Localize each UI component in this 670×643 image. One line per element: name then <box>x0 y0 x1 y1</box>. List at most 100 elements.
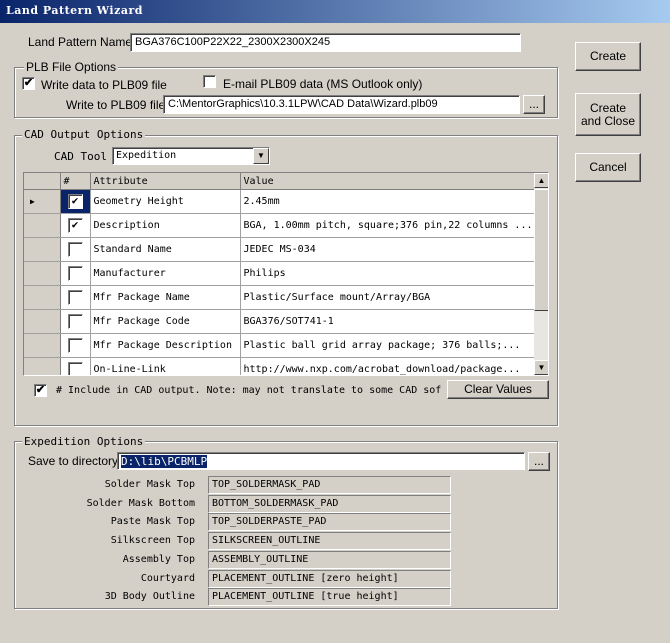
row-header[interactable] <box>24 261 61 286</box>
row-header[interactable] <box>24 285 61 310</box>
land-pattern-name-input[interactable]: BGA376C100P22X22_2300X2300X245 <box>130 33 521 52</box>
layer-value-field[interactable]: TOP_SOLDERMASK_PAD <box>208 476 451 494</box>
attribute-cell[interactable]: Geometry Height <box>90 189 241 214</box>
column-header-value[interactable]: Value <box>240 173 535 190</box>
layer-value-field[interactable]: SILKSCREEN_OUTLINE <box>208 532 451 551</box>
layer-value-field[interactable]: PLACEMENT_OUTLINE [true height] <box>208 588 451 607</box>
cad-tool-select[interactable]: Expedition <box>112 147 270 165</box>
include-cell[interactable] <box>60 285 91 310</box>
attribute-grid[interactable]: # Attribute Value ▶ ✔ Geometry Height 2.45m… <box>23 172 549 376</box>
value-cell[interactable]: Philips <box>240 261 535 286</box>
grid-row[interactable]: ✔ Description BGA, 1.00mm pitch, square;37… <box>24 213 535 238</box>
include-row-checkbox[interactable]: ✔ <box>67 218 83 233</box>
plb09-path-input[interactable]: C:\MentorGraphics\10.3.1LPW\CAD Data\Wiz… <box>163 95 520 114</box>
write-plb09-checkbox[interactable]: ✔ <box>22 77 35 90</box>
include-in-cad-checkbox[interactable]: ✔ <box>34 384 47 397</box>
include-cell[interactable] <box>60 309 91 334</box>
layer-label: Solder Mask Top <box>104 479 195 490</box>
grid-scrollbar[interactable]: ▲ ▼ <box>534 173 548 375</box>
scroll-down-arrow-icon[interactable]: ▼ <box>534 360 548 375</box>
grid-header-row: # Attribute Value <box>24 173 535 190</box>
row-header[interactable] <box>24 213 61 238</box>
grid-row[interactable]: Mfr Package Code BGA376/SOT741-1 <box>24 309 535 334</box>
attribute-cell[interactable]: Mfr Package Code <box>90 309 241 334</box>
grid-row[interactable]: Mfr Package Description Plastic ball grid… <box>24 333 535 358</box>
include-row-checkbox[interactable] <box>67 242 83 257</box>
save-directory-browse-button[interactable]: ... <box>528 452 550 471</box>
grid-row[interactable]: Mfr Package Name Plastic/Surface mount/Ar… <box>24 285 535 310</box>
include-row-checkbox[interactable] <box>67 266 83 281</box>
include-cell[interactable] <box>60 237 91 262</box>
plb-file-options-title: PLB File Options <box>24 60 119 74</box>
grid-corner <box>24 173 61 190</box>
value-cell[interactable]: Plastic/Surface mount/Array/BGA <box>240 285 535 310</box>
include-cell-box <box>64 242 87 257</box>
include-cell[interactable] <box>60 333 91 358</box>
attribute-cell[interactable]: Mfr Package Description <box>90 333 241 358</box>
attribute-cell[interactable]: Description <box>90 213 241 238</box>
include-row-checkbox[interactable] <box>67 362 83 375</box>
cad-output-options-title: CAD Output Options <box>22 128 146 141</box>
grid-row[interactable]: ▶ ✔ Geometry Height 2.45mm <box>24 189 535 214</box>
include-row-checkbox[interactable] <box>67 290 83 305</box>
layer-value-field[interactable]: ASSEMBLY_OUTLINE <box>208 550 451 569</box>
email-plb09-label: E-mail PLB09 data (MS Outlook only) <box>223 77 423 91</box>
cad-tool-label: CAD Tool <box>54 150 107 163</box>
row-header[interactable] <box>24 309 61 334</box>
attribute-cell[interactable]: Standard Name <box>90 237 241 262</box>
row-header[interactable]: ▶ <box>24 189 61 214</box>
include-row-checkbox[interactable] <box>67 314 83 329</box>
scroll-up-arrow-icon[interactable]: ▲ <box>534 173 548 188</box>
include-row-checkbox[interactable] <box>67 338 83 353</box>
value-cell[interactable]: JEDEC MS-034 <box>240 237 535 262</box>
create-and-close-line2: and Close <box>580 113 636 128</box>
save-directory-input[interactable]: D:\lib\PCBMLP <box>117 452 525 470</box>
include-row-checkbox[interactable]: ✔ <box>67 194 83 209</box>
include-cell[interactable]: ✔ <box>60 213 91 238</box>
write-plb09-checkmark: ✔ <box>23 77 34 89</box>
attribute-cell[interactable]: Mfr Package Name <box>90 285 241 310</box>
include-cell[interactable] <box>60 357 91 375</box>
title-bar[interactable]: Land Pattern Wizard <box>0 0 670 23</box>
cad-tool-dropdown-arrow-icon[interactable]: ▼ <box>253 148 269 164</box>
cancel-button[interactable]: Cancel <box>575 153 641 182</box>
plb09-browse-button[interactable]: ... <box>523 95 545 114</box>
expedition-options-title: Expedition Options <box>22 435 146 448</box>
include-cell[interactable]: ✔ <box>60 189 91 214</box>
grid-row[interactable]: Standard Name JEDEC MS-034 <box>24 237 535 262</box>
write-to-plb09-label: Write to PLB09 file <box>66 98 166 112</box>
attribute-cell[interactable]: Manufacturer <box>90 261 241 286</box>
grid-row[interactable]: Manufacturer Philips <box>24 261 535 286</box>
column-header-num[interactable]: # <box>60 173 91 190</box>
include-cell-box <box>64 266 87 281</box>
create-and-close-button[interactable]: Create and Close <box>575 93 641 136</box>
include-in-cad-checkmark: ✔ <box>35 384 46 396</box>
include-cell[interactable] <box>60 261 91 286</box>
write-plb09-label: Write data to PLB09 file <box>41 78 167 92</box>
value-cell[interactable]: Plastic ball grid array package; 376 bal… <box>240 333 535 358</box>
grid-row[interactable]: On-Line-Link http://www.nxp.com/acrobat_d… <box>24 357 535 375</box>
row-header[interactable] <box>24 237 61 262</box>
layer-label: Silkscreen Top <box>110 535 195 547</box>
layer-value-field[interactable]: BOTTOM_SOLDERMASK_PAD <box>208 494 451 513</box>
attribute-cell[interactable]: On-Line-Link <box>90 357 241 375</box>
include-cell-box <box>64 314 87 329</box>
layer-label: Paste Mask Top <box>110 516 195 528</box>
column-header-attribute[interactable]: Attribute <box>90 173 241 190</box>
value-cell[interactable]: BGA, 1.00mm pitch, square;376 pin,22 col… <box>240 213 535 238</box>
row-header[interactable] <box>24 333 61 358</box>
value-cell[interactable]: http://www.nxp.com/acrobat_download/pack… <box>240 357 535 375</box>
row-header[interactable] <box>24 357 61 375</box>
layer-value-field[interactable]: PLACEMENT_OUTLINE [zero height] <box>208 569 451 588</box>
include-row-checkmark: ✔ <box>71 218 79 231</box>
current-row-arrow-icon: ▶ <box>30 197 35 206</box>
layer-value-field[interactable]: TOP_SOLDERPASTE_PAD <box>208 513 451 532</box>
value-cell[interactable]: BGA376/SOT741-1 <box>240 309 535 334</box>
value-cell[interactable]: 2.45mm <box>240 189 535 214</box>
save-to-directory-label: Save to directory <box>28 454 119 468</box>
window-title: Land Pattern Wizard <box>6 4 143 17</box>
email-plb09-checkbox[interactable] <box>203 75 216 88</box>
scroll-thumb[interactable] <box>534 189 548 311</box>
clear-values-button[interactable]: Clear Values <box>447 380 549 399</box>
create-button[interactable]: Create <box>575 42 641 71</box>
